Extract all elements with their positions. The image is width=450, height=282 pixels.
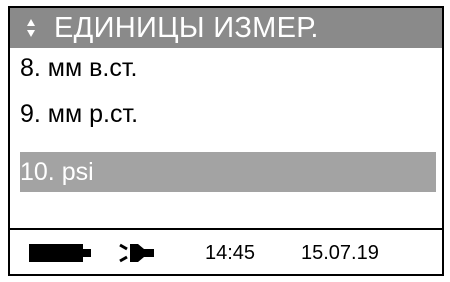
screen-title: ЕДИНИЦЫ ИЗМЕР. bbox=[54, 12, 319, 44]
menu-item-label: 8. мм в.ст. bbox=[20, 54, 138, 82]
menu-item-psi[interactable]: 10. psi bbox=[20, 152, 436, 192]
battery-icon bbox=[29, 244, 91, 262]
menu-item-mm-water[interactable]: 8. мм в.ст. bbox=[10, 48, 442, 88]
menu-item-label: 9. мм р.ст. bbox=[20, 100, 139, 128]
menu-item-mm-mercury[interactable]: 9. мм р.ст. bbox=[10, 94, 442, 134]
clock-date: 15.07.19 bbox=[301, 242, 379, 264]
menu-item-label: 10. psi bbox=[20, 158, 94, 186]
clock-time: 14:45 bbox=[205, 242, 256, 264]
status-bar: 14:45 15.07.19 bbox=[10, 228, 442, 274]
title-bar: ЕДИНИЦЫ ИЗМЕР. bbox=[10, 8, 442, 48]
power-plug-icon bbox=[119, 243, 154, 263]
device-screen: ЕДИНИЦЫ ИЗМЕР. 8. мм в.ст. 9. мм р.ст. 1… bbox=[8, 6, 444, 276]
up-down-arrows-icon bbox=[27, 19, 35, 37]
